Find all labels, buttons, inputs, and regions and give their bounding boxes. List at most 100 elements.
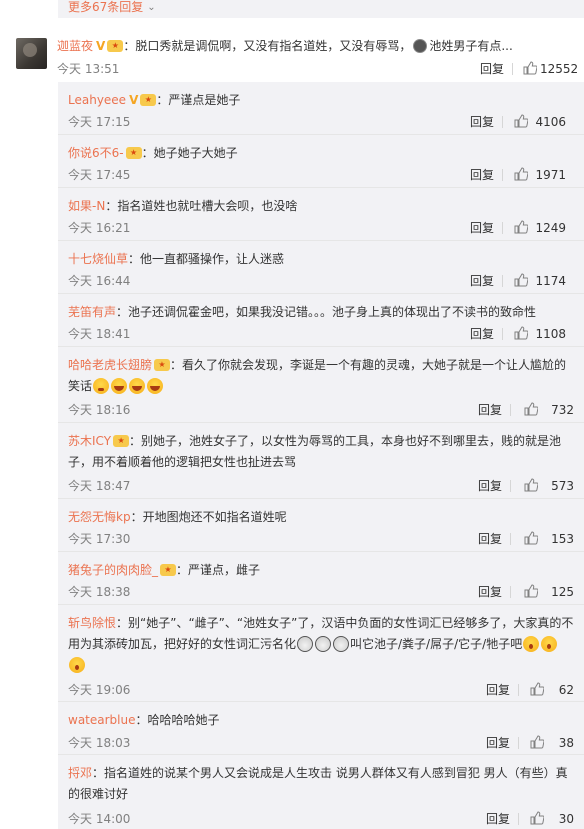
face-icon <box>297 635 314 652</box>
reply-button[interactable]: 回复 <box>470 273 494 289</box>
divider <box>502 328 503 340</box>
thumbs-up-icon[interactable] <box>524 402 538 416</box>
thumbs-up-icon[interactable] <box>514 326 528 340</box>
reply-meta: 今天 17:30 回复 153 <box>68 531 574 547</box>
reply-time: 今天 16:21 <box>68 221 131 235</box>
divider <box>510 404 511 416</box>
thumbs-up-icon[interactable] <box>524 531 538 545</box>
reply-button[interactable]: 回复 <box>478 584 502 600</box>
reply-body: ：他一直都骚操作，让人迷惑 <box>128 252 285 266</box>
reply-time: 今天 18:16 <box>68 403 131 417</box>
reply-button[interactable]: 回复 <box>486 682 510 698</box>
reply-body: ：池子还调侃霍金吧，如果我没记错。。。池子身上真的体现出了不读书的致命性 <box>116 305 537 319</box>
vip-badge-icon: ★ <box>107 39 124 52</box>
divider <box>510 533 511 545</box>
reply-body: ：指名道姓也就吐槽大会呗，也没啥 <box>105 199 298 213</box>
reply-button[interactable]: 回复 <box>470 220 494 236</box>
vip-badge-icon: ★ <box>154 358 171 371</box>
reply-username[interactable]: 苏木ICY <box>68 434 111 448</box>
divider <box>502 116 503 128</box>
reply-item: 芜笛有声：池子还调侃霍金吧，如果我没记错。。。池子身上真的体现出了不读书的致命性… <box>58 294 584 347</box>
thumbs-up-icon[interactable] <box>524 478 538 492</box>
thumbs-up-icon[interactable] <box>514 273 528 287</box>
like-count: 153 <box>551 532 574 546</box>
like-count: 30 <box>558 812 574 826</box>
thumbs-up-icon[interactable] <box>524 584 538 598</box>
more-replies-label: 更多67条回复 <box>68 0 144 14</box>
reply-item: 你说6不6- ★ ：她子她子大她子 今天 17:45 回复 1971 <box>58 135 584 188</box>
comment-mention[interactable]: 池姓男子有点... <box>429 39 512 53</box>
like-count: 38 <box>558 736 574 750</box>
divider <box>518 737 519 749</box>
vip-badge-icon: ★ <box>113 434 130 447</box>
thumbs-up-icon[interactable] <box>514 114 528 128</box>
reply-item: 十七烧仙草：他一直都骚操作，让人迷惑 今天 16:44 回复 1174 <box>58 241 584 294</box>
thumbs-up-icon[interactable] <box>530 811 544 825</box>
reply-body: ：开地图炮还不如指名道姓呢 <box>130 510 287 524</box>
reply-item: 猪兔子的肉肉脸_ ★ ：严谨点，雌子 今天 18:38 回复 125 <box>58 552 584 605</box>
reply-username[interactable]: 如果-N <box>68 199 105 213</box>
comment-username[interactable]: 迦蓝夜 <box>57 39 93 53</box>
reply-item: watearblue：哈哈哈哈她子 今天 18:03 回复 38 <box>58 702 584 755</box>
reply-username[interactable]: 斩鸟除恨 <box>68 616 116 630</box>
reply-button[interactable]: 回复 <box>478 402 502 418</box>
avatar[interactable] <box>16 38 47 69</box>
reply-username[interactable]: 十七烧仙草 <box>68 252 128 266</box>
reply-button[interactable]: 回复 <box>486 811 510 827</box>
reply-button[interactable]: 回复 <box>486 735 510 751</box>
reply-meta: 今天 18:47 回复 573 <box>68 478 574 494</box>
reply-text: 如果-N：指名道姓也就吐槽大会呗，也没啥 <box>68 196 574 217</box>
reply-username[interactable]: watearblue <box>68 713 135 727</box>
reply-username[interactable]: Leahyeee <box>68 93 126 107</box>
mention-avatar-icon <box>413 38 428 53</box>
comment-time: 今天 13:51 <box>57 62 120 76</box>
reply-button[interactable]: 回复 <box>480 61 504 77</box>
gasp-face-icon <box>523 635 540 652</box>
thumbs-up-icon[interactable] <box>530 735 544 749</box>
reply-username[interactable]: 无怨无悔kp <box>68 510 131 524</box>
reply-username[interactable]: 芜笛有声 <box>68 305 116 319</box>
reply-username[interactable]: 你说6不6- <box>68 146 124 160</box>
reply-username[interactable]: 猪兔子的肉肉脸_ <box>68 563 158 577</box>
like-count: 1108 <box>535 327 566 341</box>
reply-text: 苏木ICY ★ ：别她子，池姓女子了，以女性为辱骂的工具，本身也好不到哪里去，贱的就… <box>68 431 574 473</box>
like-count: 1249 <box>535 221 566 235</box>
divider <box>502 222 503 234</box>
divider <box>510 480 511 492</box>
reply-meta: 今天 18:38 回复 125 <box>68 584 574 600</box>
verified-v-icon: V <box>96 39 106 53</box>
reply-button[interactable]: 回复 <box>470 167 494 183</box>
reply-text: watearblue：哈哈哈哈她子 <box>68 710 574 731</box>
reply-meta: 今天 17:15 回复 4106 <box>68 114 574 130</box>
reply-button[interactable]: 回复 <box>470 326 494 342</box>
reply-username[interactable]: 捋邓 <box>68 766 92 780</box>
reply-meta: 今天 18:41 回复 1108 <box>68 326 574 342</box>
reply-time: 今天 17:30 <box>68 532 131 546</box>
gasp-face-icon <box>541 635 558 652</box>
reply-time: 今天 18:47 <box>68 479 131 493</box>
thumbs-up-icon[interactable] <box>514 220 528 234</box>
reply-item: Leahyeee V ★ ：严谨点是她子 今天 17:15 回复 4106 <box>58 82 584 135</box>
reply-button[interactable]: 回复 <box>478 531 502 547</box>
laughing-face-icon <box>111 377 128 394</box>
reply-text: 哈哈老虎长翅膀 ★ ：看久了你就会发现，李诞是一个有趣的灵魂，大她子就是一个让人尴尬… <box>68 355 574 397</box>
top-comment: 迦蓝夜 V ★ ：脱口秀就是调侃啊，又没有指名道姓，又没有辱骂， 池姓男子有点... 今… <box>0 30 584 80</box>
thumbs-up-icon[interactable] <box>523 61 537 75</box>
reply-meta: 今天 19:06 回复 62 <box>68 682 574 698</box>
comment-text: 迦蓝夜 V ★ ：脱口秀就是调侃啊，又没有指名道姓，又没有辱骂， 池姓男子有点... <box>57 37 513 55</box>
reply-text: 猪兔子的肉肉脸_ ★ ：严谨点，雌子 <box>68 560 574 581</box>
reply-time: 今天 18:03 <box>68 736 131 750</box>
reply-list: Leahyeee V ★ ：严谨点是她子 今天 17:15 回复 4106 你说6不6… <box>58 82 584 829</box>
thumbs-up-icon[interactable] <box>530 682 544 696</box>
reply-time: 今天 18:41 <box>68 327 131 341</box>
reply-button[interactable]: 回复 <box>478 478 502 494</box>
thumbs-up-icon[interactable] <box>514 167 528 181</box>
reply-username[interactable]: 哈哈老虎长翅膀 <box>68 358 152 372</box>
reply-time: 今天 18:38 <box>68 585 131 599</box>
like-count: 62 <box>558 683 574 697</box>
like-count: 732 <box>551 403 574 417</box>
reply-button[interactable]: 回复 <box>470 114 494 130</box>
reply-body: ：严谨点是她子 <box>156 93 241 107</box>
more-replies-link[interactable]: 更多67条回复 ⌄ <box>68 0 156 16</box>
vip-badge-icon: ★ <box>140 93 157 106</box>
